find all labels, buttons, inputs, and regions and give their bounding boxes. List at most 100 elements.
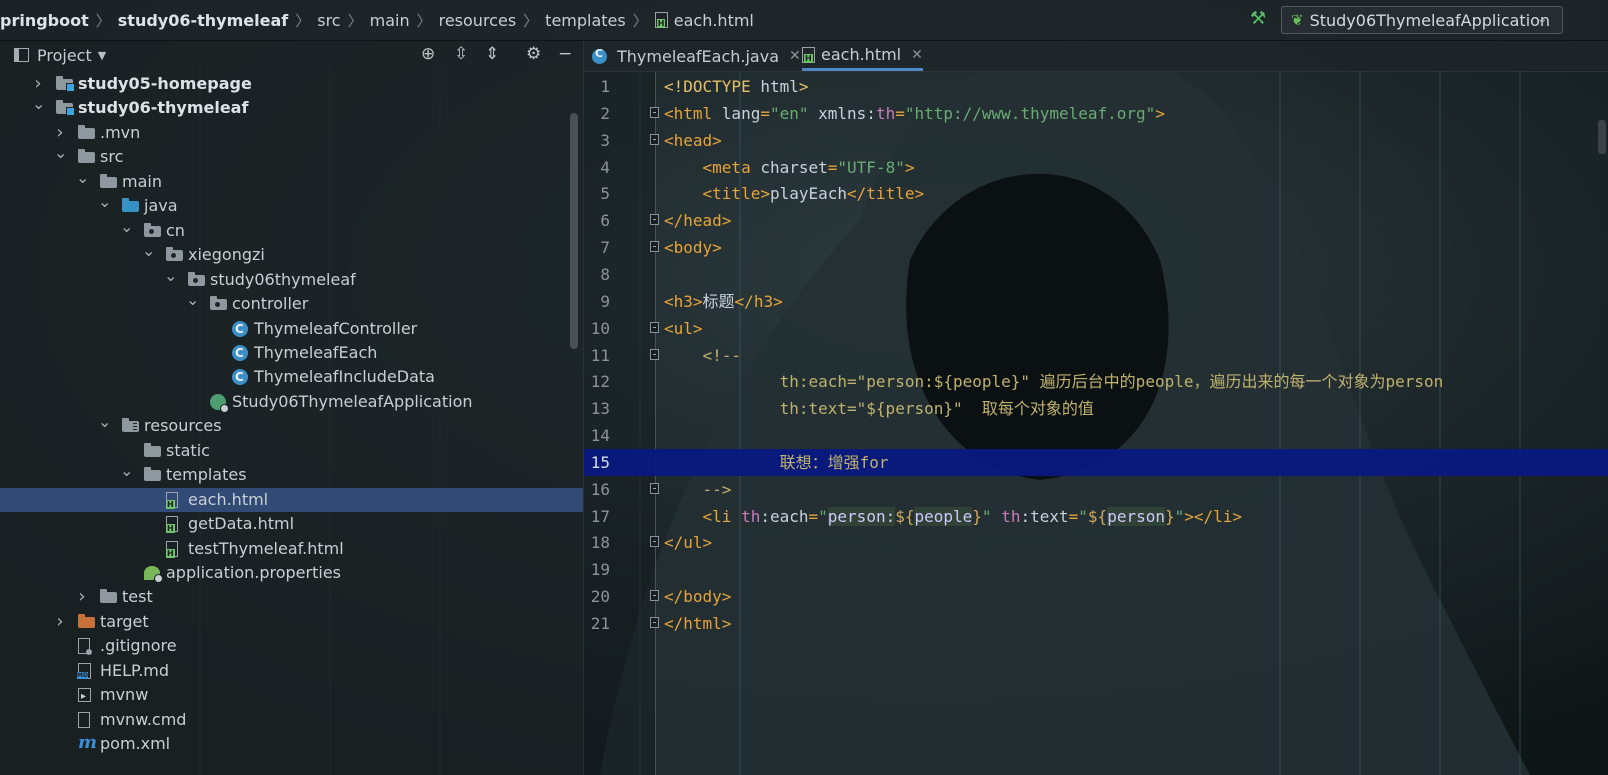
tree-item-label: target	[100, 611, 149, 631]
locate-icon[interactable]: ⊕	[421, 44, 435, 64]
code-line[interactable]: 5 <title>playEach</title>	[584, 180, 1608, 207]
code-line[interactable]: 12 th:each="person:${people}" 遍历后台中的peop…	[584, 368, 1608, 395]
tree-item[interactable]: › study05-homepage	[0, 72, 583, 96]
tree-item[interactable]: ⌄ xiegongzi	[0, 241, 583, 267]
breadcrumb-item-module[interactable]: study06-thymeleaf	[118, 11, 288, 30]
html-file-icon	[166, 516, 178, 534]
tab-thymeleafeach-java[interactable]: ThymeleafEach.java ✕	[592, 41, 801, 71]
fold-marker-icon[interactable]	[650, 482, 659, 494]
run-configuration-select[interactable]: ❦ Study06ThymeleafApplication ⌄	[1281, 6, 1563, 34]
code-line[interactable]: 9 <h3>标题</h3>	[584, 288, 1608, 315]
editor-scrollbar[interactable]	[1598, 120, 1606, 154]
code-line[interactable]: 21 </html>	[584, 610, 1608, 637]
chevron-down-icon[interactable]: ⌄	[164, 264, 177, 288]
code-line[interactable]: 7 <body>	[584, 234, 1608, 261]
code-line[interactable]: 13 th:text="${person}" 取每个对象的值	[584, 395, 1608, 422]
tab-each-html[interactable]: each.html ✕	[802, 41, 923, 71]
build-hammer-icon[interactable]: ⚒	[1250, 8, 1266, 29]
breadcrumb-item-file[interactable]: each.html	[674, 11, 754, 30]
code-line[interactable]: 10 <ul>	[584, 315, 1608, 342]
folder-icon	[100, 589, 117, 604]
chevron-right-icon[interactable]: ›	[76, 585, 88, 609]
minimize-icon[interactable]: −	[558, 44, 572, 64]
code-line[interactable]: 4 <meta charset="UTF-8">	[584, 154, 1608, 181]
fold-marker-icon[interactable]	[650, 617, 659, 628]
code-line[interactable]: 14	[584, 422, 1608, 449]
tree-item[interactable]: ⌄ java	[0, 192, 583, 218]
tree-item[interactable]: ⌄ main	[0, 168, 583, 194]
code-line[interactable]: 2 <html lang="en" xmlns:th="http://www.th…	[584, 100, 1608, 127]
tree-item-label: src	[100, 147, 124, 167]
close-icon[interactable]: ✕	[789, 48, 801, 64]
chevron-down-icon[interactable]: ⌄	[120, 459, 133, 483]
tree-item[interactable]: .gitignore	[0, 634, 583, 658]
tree-item[interactable]: ⌄ resources	[0, 412, 583, 438]
code-line[interactable]: 17 <li th:each="person:${people}" th:tex…	[584, 503, 1608, 530]
chevron-right-icon[interactable]: ›	[54, 610, 66, 634]
fold-marker-icon[interactable]	[650, 133, 659, 145]
code-line[interactable]: 8	[584, 261, 1608, 288]
fold-marker-icon[interactable]	[650, 214, 659, 226]
tree-item[interactable]: ThymeleafController	[0, 317, 583, 341]
code-line[interactable]: 16 -->	[584, 476, 1608, 503]
code-line[interactable]: 6 </head>	[584, 207, 1608, 234]
code-editor[interactable]: 1 <!DOCTYPE html> 2 <html lang="en" xmlns:t…	[584, 72, 1608, 775]
fold-marker-icon[interactable]	[650, 241, 659, 253]
tree-item[interactable]: each.html	[0, 487, 583, 512]
tree-item[interactable]: Study06ThymeleafApplication	[0, 390, 583, 414]
breadcrumb-item-src[interactable]: src	[317, 11, 340, 30]
tree-item[interactable]: › test	[0, 585, 583, 609]
fold-marker-icon[interactable]	[650, 348, 659, 360]
fold-marker-icon[interactable]	[650, 106, 659, 118]
code-line[interactable]: 1 <!DOCTYPE html>	[584, 73, 1608, 100]
tree-item[interactable]: mvnw	[0, 683, 583, 709]
tree-item[interactable]: ⌄ controller	[0, 290, 583, 316]
tree-item[interactable]: testThymeleaf.html	[0, 537, 583, 561]
tree-item[interactable]: ⌄ templates	[0, 461, 583, 487]
tree-item[interactable]: ⌄ study06-thymeleaf	[0, 94, 583, 120]
chevron-down-icon[interactable]: ⌄	[120, 215, 133, 239]
code-line[interactable]: 20 </body>	[584, 583, 1608, 610]
breadcrumb-item-main[interactable]: main	[370, 11, 410, 30]
code-line[interactable]: 11 <!--	[584, 342, 1608, 369]
close-icon[interactable]: ✕	[911, 47, 923, 63]
code-line[interactable]: 3 <head>	[584, 127, 1608, 154]
tree-item[interactable]: ThymeleafIncludeData	[0, 365, 583, 389]
tree-item[interactable]: › target	[0, 610, 583, 634]
code-line[interactable]: 19	[584, 556, 1608, 583]
tree-item[interactable]: m pom.xml	[0, 732, 583, 756]
tree-item[interactable]: mvnw.cmd	[0, 708, 583, 732]
fold-marker-icon[interactable]	[650, 321, 659, 333]
tree-item[interactable]: HELP.md	[0, 659, 583, 683]
tree-item[interactable]: getData.html	[0, 512, 583, 536]
tree-item[interactable]: ⌄ study06thymeleaf	[0, 266, 583, 292]
fold-marker-icon[interactable]	[650, 590, 659, 602]
chevron-down-icon[interactable]: ⌄	[54, 141, 67, 165]
breadcrumb-item-project[interactable]: pringboot	[0, 11, 89, 30]
code-line[interactable]: 15 联想：增强for	[584, 448, 1608, 476]
tree-item[interactable]: ⌄ cn	[0, 217, 583, 243]
gear-icon[interactable]: ⚙	[526, 44, 541, 64]
chevron-down-icon[interactable]: ⌄	[142, 239, 155, 263]
chevron-down-icon[interactable]: ⌄	[186, 288, 199, 312]
code-token: <ul>	[664, 318, 703, 338]
project-panel-title[interactable]: Project	[37, 46, 92, 65]
tree-item[interactable]: ThymeleafEach	[0, 341, 583, 365]
tree-scrollbar[interactable]	[570, 113, 578, 349]
tree-item[interactable]: › .mvn	[0, 121, 583, 145]
fold-marker-icon[interactable]	[650, 536, 659, 548]
chevron-down-icon[interactable]: ⌄	[32, 92, 45, 116]
code-token: th:text="${person}" 取每个对象的值	[664, 399, 1094, 419]
chevron-down-icon[interactable]: ⌄	[76, 166, 89, 190]
expand-all-icon[interactable]: ⇳	[454, 44, 468, 64]
chevron-down-icon[interactable]: ⌄	[98, 190, 111, 214]
tree-item[interactable]: application.properties	[0, 561, 583, 585]
breadcrumb-item-templates[interactable]: templates	[545, 11, 626, 30]
caret-down-icon[interactable]: ▼	[98, 49, 106, 62]
breadcrumb-item-resources[interactable]: resources	[439, 11, 517, 30]
chevron-down-icon[interactable]: ⌄	[98, 410, 111, 434]
collapse-all-icon[interactable]: ⇕	[485, 44, 499, 64]
code-line[interactable]: 18 </ul>	[584, 529, 1608, 556]
line-number: 13	[590, 399, 610, 419]
tree-item[interactable]: static	[0, 439, 583, 463]
